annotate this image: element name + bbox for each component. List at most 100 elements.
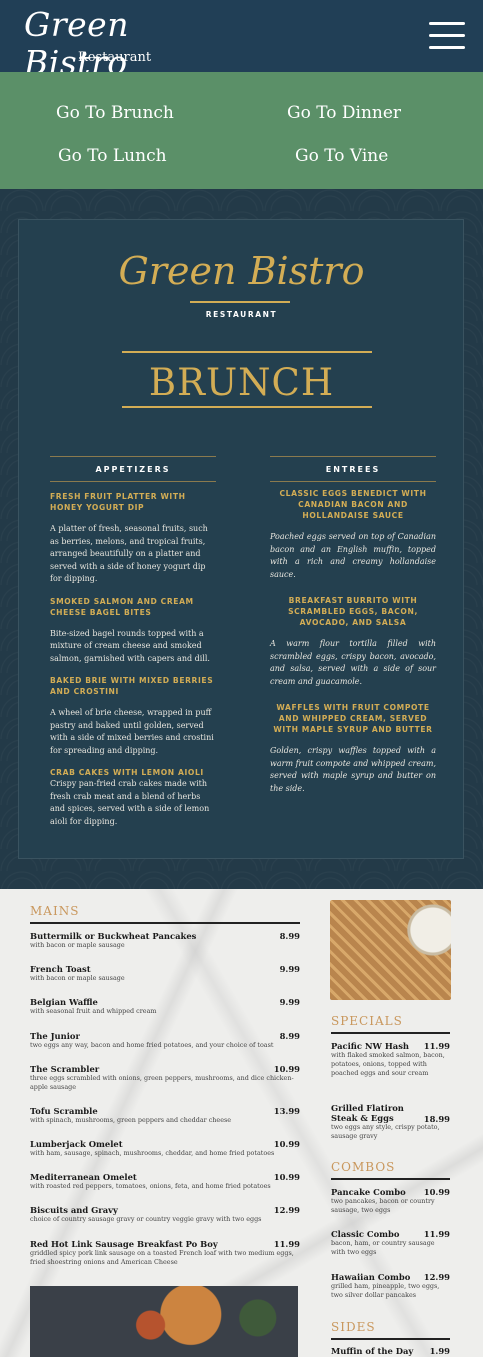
main-item-name: Lumberjack Omelet [30, 1139, 123, 1149]
combo-item-price: 10.99 [423, 1187, 450, 1197]
main-item-price: 13.99 [273, 1106, 300, 1116]
appetizer-desc: A wheel of brie cheese, wrapped in puff … [50, 708, 214, 755]
entree-desc: A warm flour tortilla filled with scramb… [270, 639, 436, 686]
appetizer-name: SMOKED SALMON AND CREAM CHEESE BAGEL BIT… [50, 596, 194, 617]
main-item-desc: two eggs any way, bacon and home fried p… [30, 1041, 274, 1049]
waffle-photo [330, 900, 451, 1000]
main-item-price: 9.99 [279, 997, 300, 1007]
combo-item-desc: grilled ham, pineapple, two eggs, two si… [331, 1282, 440, 1299]
sides-rule [331, 1338, 450, 1340]
brunch-title: BRUNCH [148, 361, 335, 404]
nav-link-dinner[interactable]: Go To Dinner [287, 103, 401, 123]
entrees-column: ENTREES CLASSIC EGGS BENEDICT WITH CANAD… [270, 456, 436, 795]
main-item: Red Hot Link Sausage Breakfast Po Boy 11… [30, 1239, 300, 1267]
site-header: Green Bistro Restaurant [0, 0, 483, 82]
appetizer-item: FRESH FRUIT PLATTER WITH HONEY YOGURT DI… [50, 491, 216, 586]
combos-rule [331, 1178, 450, 1180]
appetizer-name: BAKED BRIE WITH MIXED BERRIES AND CROSTI… [50, 676, 214, 696]
special-item-price: 18.99 [423, 1114, 450, 1124]
main-item-price: 8.99 [279, 1031, 300, 1041]
nav-link-vine[interactable]: Go To Vine [295, 146, 388, 166]
main-item: Tofu Scramble 13.99 with spinach, mushro… [30, 1106, 300, 1125]
main-item-price: 11.99 [273, 1239, 300, 1249]
special-item: Pacific NW Hash 11.99 with flaked smoked… [331, 1041, 450, 1078]
main-item: Mediterranean Omelet 10.99 with roasted … [30, 1172, 300, 1191]
hamburger-line [429, 34, 465, 37]
main-item-name: Belgian Waffle [30, 997, 98, 1007]
main-item-desc: with bacon or maple sausage [30, 941, 125, 949]
main-item-desc: three eggs scrambled with onions, green … [30, 1074, 294, 1091]
main-item-price: 10.99 [273, 1064, 300, 1074]
appetizer-desc: Crispy pan-fried crab cakes made with fr… [50, 779, 210, 826]
entree-name: BREAKFAST BURRITO WITH SCRAMBLED EGGS, B… [288, 596, 418, 627]
main-item-name: The Junior [30, 1031, 80, 1041]
main-item-desc: with seasonal fruit and whipped cream [30, 1007, 157, 1015]
main-item-price: 10.99 [273, 1172, 300, 1182]
menu-nav: Go To Brunch Go To Dinner Go To Lunch Go… [0, 72, 483, 189]
special-item: Grilled Flatiron Steak & Eggs 18.99 two … [331, 1103, 450, 1141]
hamburger-line [429, 46, 465, 49]
pancake-photo [30, 1286, 298, 1357]
combo-item-price: 12.99 [423, 1272, 450, 1282]
main-item-name: Red Hot Link Sausage Breakfast Po Boy [30, 1239, 218, 1249]
main-item: Biscuits and Gravy 12.99 choice of count… [30, 1205, 300, 1224]
main-item: Belgian Waffle 9.99 with seasonal fruit … [30, 997, 300, 1016]
entree-name: WAFFLES WITH FRUIT COMPOTE AND WHIPPED C… [273, 703, 433, 734]
brunch-title-rule-bottom [122, 406, 372, 408]
side-item: Muffin of the Day 1.99 [331, 1346, 450, 1356]
entree-item: BREAKFAST BURRITO WITH SCRAMBLED EGGS, B… [270, 595, 436, 688]
mains-rule [30, 922, 300, 924]
main-item-price: 12.99 [273, 1205, 300, 1215]
main-item-name: The Scrambler [30, 1064, 100, 1074]
combo-item: Pancake Combo 10.99 two pancakes, bacon … [331, 1187, 450, 1215]
entree-item: CLASSIC EGGS BENEDICT WITH CANADIAN BACO… [270, 488, 436, 581]
board-logo-subtitle: RESTAURANT [205, 310, 278, 319]
nav-link-brunch[interactable]: Go To Brunch [56, 103, 174, 123]
main-item-name: French Toast [30, 964, 91, 974]
main-item-desc: griddled spicy pork link sausage on a to… [30, 1249, 294, 1266]
board-logo-script: Green Bistro [118, 249, 365, 293]
entree-item: WAFFLES WITH FRUIT COMPOTE AND WHIPPED C… [270, 702, 436, 795]
main-item-desc: with ham, sausage, spinach, mushrooms, c… [30, 1149, 275, 1157]
main-item: Buttermilk or Buckwheat Pancakes 8.99 wi… [30, 931, 300, 950]
hamburger-menu-icon[interactable] [429, 22, 465, 50]
appetizer-name: CRAB CAKES WITH LEMON AIOLI [50, 768, 204, 777]
appetizers-heading: APPETIZERS [50, 456, 216, 482]
specials-rule [331, 1032, 450, 1034]
appetizer-item: CRAB CAKES WITH LEMON AIOLI Crispy pan-f… [50, 767, 216, 828]
entree-name: CLASSIC EGGS BENEDICT WITH CANADIAN BACO… [279, 489, 427, 520]
appetizer-desc: Bite-sized bagel rounds topped with a mi… [50, 628, 210, 663]
appetizer-item: SMOKED SALMON AND CREAM CHEESE BAGEL BIT… [50, 596, 216, 666]
main-item-name: Biscuits and Gravy [30, 1205, 118, 1215]
combo-item-desc: two pancakes, bacon or country sausage, … [331, 1197, 435, 1214]
logo-script-text: Green Bistro [24, 5, 129, 82]
special-item-desc: with flaked smoked salmon, bacon, potato… [331, 1051, 445, 1077]
entrees-heading: ENTREES [270, 456, 436, 482]
main-item-desc: with roasted red peppers, tomatoes, onio… [30, 1182, 271, 1190]
main-item-desc: choice of country sausage gravy or count… [30, 1215, 262, 1223]
main-item-name: Tofu Scramble [30, 1106, 98, 1116]
main-item-name: Mediterranean Omelet [30, 1172, 137, 1182]
main-item-name: Buttermilk or Buckwheat Pancakes [30, 931, 197, 941]
entree-desc: Golden, crispy waffles topped with a war… [270, 746, 436, 793]
main-item-desc: with bacon or maple sausage [30, 974, 125, 982]
side-item-price: 1.99 [429, 1346, 450, 1356]
site-logo[interactable]: Green Bistro Restaurant [24, 6, 204, 82]
specials-heading: SPECIALS [331, 1014, 403, 1028]
entree-desc: Poached eggs served on top of Canadian b… [270, 532, 436, 579]
combos-heading: COMBOS [331, 1160, 396, 1174]
hamburger-line [429, 22, 465, 25]
brunch-title-rule-top [122, 351, 372, 353]
main-item-price: 10.99 [273, 1139, 300, 1149]
special-item-price: 11.99 [423, 1041, 450, 1051]
main-item: The Scrambler 10.99 three eggs scrambled… [30, 1064, 300, 1092]
sides-heading: SIDES [331, 1320, 376, 1334]
combo-item: Classic Combo 11.99 bacon, ham, or count… [331, 1229, 450, 1257]
nav-link-lunch[interactable]: Go To Lunch [58, 146, 167, 166]
combo-item-desc: bacon, ham, or country sausage with two … [331, 1239, 435, 1256]
main-item: Lumberjack Omelet 10.99 with ham, sausag… [30, 1139, 300, 1158]
mains-heading: MAINS [30, 904, 80, 918]
combo-item-price: 11.99 [423, 1229, 450, 1239]
main-item: The Junior 8.99 two eggs any way, bacon … [30, 1031, 300, 1050]
appetizer-name: FRESH FRUIT PLATTER WITH HONEY YOGURT DI… [50, 492, 186, 512]
